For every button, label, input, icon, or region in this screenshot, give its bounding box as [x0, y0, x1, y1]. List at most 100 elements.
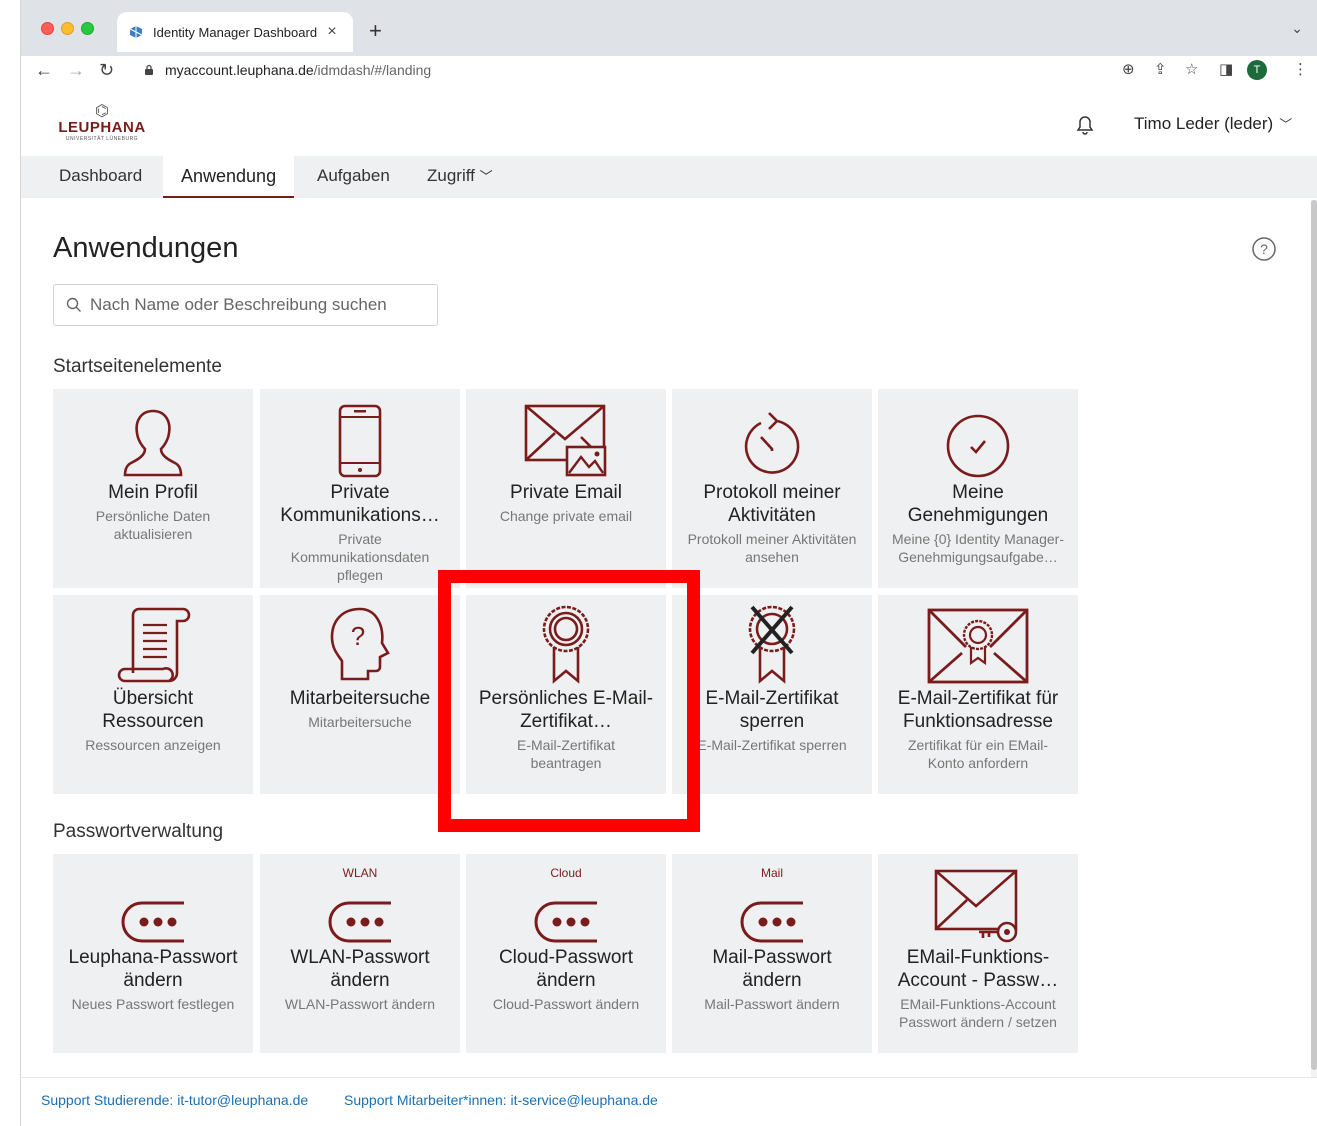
tile-label: Cloud-Passwort ändern: [498, 947, 634, 991]
browser-window: Identity Manager Dashboard × + ⌄ ← → ↻ m…: [20, 0, 1317, 1126]
kebab-menu-icon[interactable]: ⋮: [1293, 60, 1308, 78]
tile-label: Meine Genehmigungen: [907, 482, 1049, 526]
share-icon[interactable]: ⇪: [1154, 60, 1167, 78]
phone-icon: [338, 404, 382, 478]
history-icon: [744, 412, 800, 474]
highlight-box: [438, 570, 700, 832]
logo-text: LEUPHANA: [58, 119, 146, 136]
nav-aufgaben[interactable]: Aufgaben: [299, 156, 408, 198]
nav-zugriff-label: Zugriff: [427, 166, 475, 185]
tile-cloud-passwort[interactable]: Cloud Cloud-Passwort ändern Cloud-Passwo…: [466, 854, 666, 1053]
maximize-window-button[interactable]: [81, 22, 94, 35]
close-tab-icon[interactable]: ×: [323, 23, 341, 41]
envelope-image-icon: [524, 404, 607, 477]
tile-label: E-Mail-Zertifikat sperren: [705, 688, 839, 732]
envelope-key-icon: [934, 869, 1018, 943]
site-header: ⌬ LEUPHANA UNIVERSITÄT LÜNEBURG Timo Led…: [21, 90, 1317, 156]
tile-label: Leuphana-Passwort ändern: [68, 947, 238, 991]
main-navigation: Dashboard Anwendung Aufgaben Zugriff ﹀: [21, 156, 1317, 198]
footer: Support Studierende: it-tutor@leuphana.d…: [21, 1077, 1317, 1126]
svg-text:?: ?: [1260, 241, 1268, 257]
tile-zertifikat-sperren[interactable]: E-Mail-Zertifikat sperren E-Mail-Zertifi…: [672, 595, 872, 794]
scrollbar-thumb[interactable]: [1311, 200, 1317, 1070]
password-icon: [121, 901, 184, 943]
user-menu[interactable]: Timo Leder (leder) ﹀: [1134, 114, 1292, 134]
tile-protokoll[interactable]: Protokoll meiner Aktivitäten Protokoll m…: [672, 389, 872, 588]
zoom-icon[interactable]: ⊕: [1122, 60, 1135, 78]
tile-description: EMail-Funktions-Account Passwort ändern …: [899, 996, 1057, 1030]
minimize-window-button[interactable]: [61, 22, 74, 35]
tile-wlan-passwort[interactable]: WLAN WLAN-Passwort ändern WLAN-Passwort …: [260, 854, 460, 1053]
user-icon: [123, 409, 183, 477]
bookmark-star-icon[interactable]: ☆: [1185, 60, 1198, 78]
tile-label: Mail-Passwort ändern: [712, 947, 832, 991]
nav-dashboard[interactable]: Dashboard: [41, 156, 160, 198]
tile-label: Protokoll meiner Aktivitäten: [703, 482, 841, 526]
search-placeholder: Nach Name oder Beschreibung suchen: [90, 295, 387, 314]
tile-label: WLAN-Passwort ändern: [290, 947, 430, 991]
profile-avatar[interactable]: T: [1247, 60, 1267, 80]
browser-tabbar: Identity Manager Dashboard × + ⌄: [21, 0, 1317, 56]
chevron-down-icon: ﹀: [1279, 117, 1293, 132]
tile-label: Mitarbeitersuche: [289, 688, 431, 709]
tile-description: Cloud-Passwort ändern: [492, 996, 640, 1012]
tile-mail-passwort[interactable]: Mail Mail-Passwort ändern Mail-Passwort …: [672, 854, 872, 1053]
search-input[interactable]: Nach Name oder Beschreibung suchen: [53, 284, 438, 326]
user-name: Timo Leder (leder): [1134, 114, 1274, 133]
tile-description: Persönliche Daten aktualisieren: [95, 508, 211, 542]
url-host: myaccount.leuphana.de: [165, 62, 314, 78]
tile-private-kommunikation[interactable]: Private Kommunikations… Private Kommunik…: [260, 389, 460, 588]
tab-title: Identity Manager Dashboard: [153, 24, 318, 40]
favicon-icon: [129, 26, 143, 38]
back-icon[interactable]: ←: [35, 60, 53, 81]
tile-private-email[interactable]: Private Email Change private email: [466, 389, 666, 588]
tile-label: EMail-Funktions-Account - Passw…: [897, 947, 1059, 991]
tile-leuphana-passwort[interactable]: Leuphana-Passwort ändern Neues Passwort …: [53, 854, 253, 1053]
lock-icon: [145, 64, 153, 75]
scroll-icon: [117, 607, 191, 683]
tile-description: Neues Passwort festlegen: [71, 996, 235, 1012]
tile-description: Change private email: [499, 508, 633, 524]
tile-mein-profil[interactable]: Mein Profil Persönliche Daten aktualisie…: [53, 389, 253, 588]
tab-search-chevron-icon[interactable]: ⌄: [1291, 20, 1303, 37]
side-panel-icon[interactable]: ◨: [1219, 60, 1233, 78]
tile-label: Mein Profil: [108, 482, 198, 503]
browser-tab-active[interactable]: Identity Manager Dashboard ×: [117, 12, 353, 52]
tile-description: Ressourcen anzeigen: [85, 737, 221, 753]
password-icon: [534, 901, 597, 943]
tile-label: Übersicht Ressourcen: [102, 688, 204, 732]
tile-description: Meine {0} Identity Manager-Genehmigungsa…: [892, 531, 1064, 565]
tile-uebersicht-ressourcen[interactable]: Übersicht Ressourcen Ressourcen anzeigen: [53, 595, 253, 794]
password-icon: [328, 901, 391, 943]
tile-description: Protokoll meiner Aktivitäten ansehen: [687, 531, 857, 565]
bell-icon[interactable]: [1074, 112, 1096, 136]
section-title-startseitenelemente: Startseitenelemente: [53, 356, 222, 377]
tile-description: E-Mail-Zertifikat sperren: [697, 737, 847, 753]
svg-text:?: ?: [351, 621, 365, 651]
browser-toolbar: ← → ↻ myaccount.leuphana.de/idmdash/#/la…: [21, 56, 1317, 88]
close-window-button[interactable]: [41, 22, 54, 35]
forward-icon[interactable]: →: [67, 60, 85, 81]
tile-description: Mail-Passwort ändern: [704, 996, 840, 1012]
password-icon: [740, 901, 803, 943]
page-title: Anwendungen: [53, 232, 239, 264]
address-bar[interactable]: myaccount.leuphana.de/idmdash/#/landing: [129, 56, 1209, 84]
tile-mitarbeitersuche[interactable]: ? Mitarbeitersuche Mitarbeitersuche: [260, 595, 460, 794]
help-icon[interactable]: ?: [1251, 236, 1277, 262]
tile-label: Private Email: [510, 482, 622, 503]
tile-zertifikat-funktionsadresse[interactable]: E-Mail-Zertifikat für Funktionsadresse Z…: [878, 595, 1078, 794]
nav-zugriff[interactable]: Zugriff ﹀: [409, 156, 511, 198]
tile-meine-genehmigungen[interactable]: Meine Genehmigungen Meine {0} Identity M…: [878, 389, 1078, 588]
footer-link-staff[interactable]: Support Mitarbeiter*innen: it-service@le…: [344, 1092, 658, 1108]
footer-link-students[interactable]: Support Studierende: it-tutor@leuphana.d…: [41, 1092, 308, 1108]
logo-mark-icon: ⌬: [95, 103, 109, 120]
tile-description: Zertifikat für ein EMail-Konto anfordern: [907, 737, 1049, 771]
logo-subtext: UNIVERSITÄT LÜNEBURG: [65, 136, 139, 142]
reload-icon[interactable]: ↻: [99, 60, 114, 81]
chevron-down-icon: ﹀: [479, 169, 493, 184]
tile-email-funktions-passwort[interactable]: EMail-Funktions-Account - Passw… EMail-F…: [878, 854, 1078, 1053]
nav-anwendung[interactable]: Anwendung: [163, 156, 295, 198]
tile-description: WLAN-Passwort ändern: [284, 996, 436, 1012]
new-tab-icon[interactable]: +: [369, 18, 382, 44]
leuphana-logo[interactable]: ⌬ LEUPHANA UNIVERSITÄT LÜNEBURG: [47, 103, 157, 143]
